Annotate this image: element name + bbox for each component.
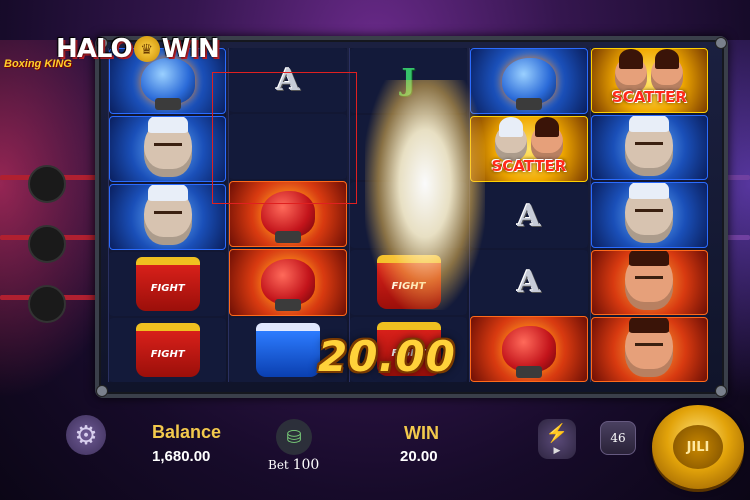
auto-spin-button[interactable]: 46	[600, 421, 636, 455]
symbol-blast	[349, 115, 468, 181]
turbo-button[interactable]: ⚡ ▶	[538, 419, 576, 459]
red-fighter-icon	[625, 317, 674, 378]
symbol-red-trunks: FIGHT	[349, 249, 468, 315]
symbol-blue-fighter	[590, 115, 709, 181]
jili-logo-icon: JILI	[673, 425, 723, 469]
symbol-blue-fighter	[590, 182, 709, 248]
trunks-icon	[256, 322, 321, 377]
play-icon: ▶	[553, 444, 561, 455]
symbol-red-trunks: FIGHT	[109, 252, 227, 316]
halowin-logo: HALO ♛ WIN	[56, 32, 220, 66]
logo-text-right: WIN	[161, 34, 220, 64]
gear-icon: ⚙	[74, 419, 98, 450]
bet-button[interactable]: ⛁	[276, 419, 312, 455]
frame-bolt	[715, 37, 727, 49]
symbol-blast	[349, 182, 468, 248]
letter-j: J	[401, 63, 416, 99]
symbol-red-glove	[470, 316, 588, 382]
reel-4: SCATTER A A	[469, 48, 588, 382]
symbol-letter-a: A	[470, 250, 588, 314]
trunks-label: FIGHT	[150, 348, 185, 360]
bet-display: Bet 100	[268, 457, 319, 473]
reel-5: SCATTER	[589, 48, 709, 383]
symbol-blue-fist	[470, 48, 588, 114]
letter-a: A	[517, 264, 541, 300]
symbol-red-glove	[229, 249, 347, 316]
auto-spin-count: 46	[610, 431, 626, 445]
trunks-icon: FIGHT	[135, 257, 200, 311]
trunks-icon: FIGHT	[376, 255, 441, 310]
chips-icon: ⛁	[286, 426, 302, 447]
scatter-label: SCATTER	[611, 88, 687, 107]
spin-button[interactable]: JILI	[652, 405, 744, 489]
reel-1: FIGHT FIGHT	[108, 48, 227, 382]
lightning-icon: ⚡	[545, 422, 569, 443]
glove-icon	[261, 259, 316, 312]
game-title: Boxing KING	[4, 58, 72, 70]
crown-icon: ♛	[133, 36, 160, 62]
symbol-blue-fighter	[109, 184, 227, 250]
ring-post	[28, 285, 66, 323]
settings-button[interactable]: ⚙	[66, 415, 106, 455]
symbol-letter-j: J	[349, 48, 468, 114]
bet-label: Bet	[268, 458, 289, 472]
red-fighter-icon	[625, 250, 674, 311]
win-amount-overlay: 20.00	[318, 332, 456, 381]
symbol-red-fighter	[590, 249, 709, 315]
symbol-red-trunks: FIGHT	[109, 318, 227, 382]
symbol-letter-a: A	[470, 184, 588, 248]
old-fighter-icon	[625, 183, 674, 243]
fist-icon	[501, 58, 556, 110]
spin-logo-text: JILI	[686, 439, 710, 455]
win-label: WIN	[404, 423, 439, 443]
balance-value: 1,680.00	[152, 448, 211, 465]
selection-highlight	[212, 72, 357, 204]
glove-icon	[501, 326, 556, 378]
symbol-scatter: SCATTER	[590, 48, 709, 114]
symbol-scatter: SCATTER	[470, 116, 588, 182]
symbol-red-fighter	[590, 316, 709, 383]
old-fighter-icon	[143, 185, 192, 245]
old-fighter-icon	[143, 117, 192, 177]
balance-label: Balance	[152, 422, 222, 442]
ring-post	[28, 165, 66, 203]
old-fighter-icon	[625, 116, 674, 176]
trunks-label: FIGHT	[391, 280, 426, 292]
bet-value: 100	[292, 457, 320, 473]
win-value: 20.00	[400, 448, 438, 465]
scatter-fighter-icon	[530, 117, 563, 161]
trunks-icon: FIGHT	[135, 323, 200, 377]
scatter-fighter-icon	[494, 117, 527, 161]
ring-post	[28, 225, 66, 263]
letter-a: A	[517, 198, 541, 234]
trunks-label: FIGHT	[150, 282, 185, 294]
symbol-blue-fighter	[109, 116, 227, 182]
scatter-label: SCATTER	[491, 157, 567, 175]
control-bar: ⚙ Balance 1,680.00 ⛁ Bet 100 WIN 20.00 ⚡…	[0, 395, 750, 500]
